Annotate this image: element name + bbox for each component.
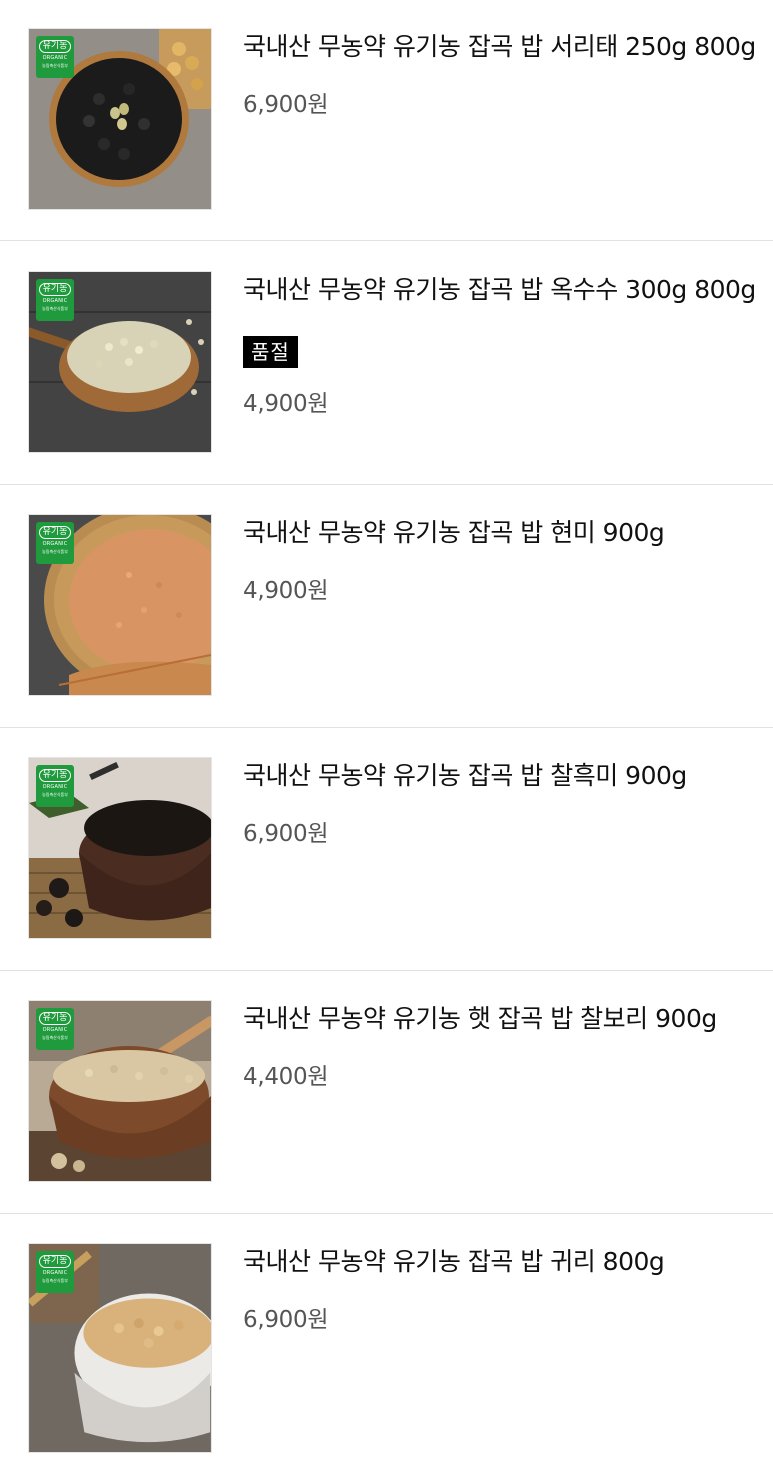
badge-sub: ORGANIC bbox=[42, 784, 68, 790]
product-price: 4,400원 bbox=[243, 1064, 329, 1090]
badge-sub: ORGANIC bbox=[42, 541, 68, 547]
soldout-badge: 품절 bbox=[243, 336, 298, 368]
product-item-black-soybean[interactable]: 유기농 ORGANIC 농림축산식품부 국내산 무농약 유기농 잡곡 밥 서리태… bbox=[0, 0, 773, 243]
item-divider bbox=[0, 727, 773, 728]
product-price: 4,900원 bbox=[243, 391, 329, 417]
product-price: 6,900원 bbox=[243, 821, 329, 847]
badge-cert: 농림축산식품부 bbox=[42, 1278, 68, 1283]
product-thumbnail[interactable]: 유기농 ORGANIC 농림축산식품부 bbox=[28, 757, 212, 939]
product-price: 6,900원 bbox=[243, 92, 329, 118]
product-title[interactable]: 국내산 무농약 유기농 잡곡 밥 찰흑미 900g bbox=[243, 759, 771, 793]
organic-certification-badge: 유기농 ORGANIC 농림축산식품부 bbox=[36, 36, 74, 78]
badge-cert: 농림축산식품부 bbox=[42, 792, 68, 797]
product-thumbnail[interactable]: 유기농 ORGANIC 농림축산식품부 bbox=[28, 514, 212, 696]
badge-label: 유기농 bbox=[39, 283, 71, 296]
organic-certification-badge: 유기농 ORGANIC 농림축산식품부 bbox=[36, 1251, 74, 1293]
product-title[interactable]: 국내산 무농약 유기농 잡곡 밥 옥수수 300g 800g bbox=[243, 273, 771, 307]
badge-sub: ORGANIC bbox=[42, 298, 68, 304]
badge-label: 유기농 bbox=[39, 769, 71, 782]
badge-sub: ORGANIC bbox=[42, 1270, 68, 1276]
product-title[interactable]: 국내산 무농약 유기농 잡곡 밥 귀리 800g bbox=[243, 1245, 771, 1279]
product-item-oat[interactable]: 유기농 ORGANIC 농림축산식품부 국내산 무농약 유기농 잡곡 밥 귀리 … bbox=[0, 1215, 773, 1458]
product-title[interactable]: 국내산 무농약 유기농 햇 잡곡 밥 찰보리 900g bbox=[243, 1002, 771, 1036]
product-item-brown-rice[interactable]: 유기농 ORGANIC 농림축산식품부 국내산 무농약 유기농 잡곡 밥 현미 … bbox=[0, 486, 773, 729]
organic-certification-badge: 유기농 ORGANIC 농림축산식품부 bbox=[36, 279, 74, 321]
item-divider bbox=[0, 484, 773, 485]
item-divider bbox=[0, 970, 773, 971]
product-title[interactable]: 국내산 무농약 유기농 잡곡 밥 서리태 250g 800g bbox=[243, 30, 771, 64]
product-price: 4,900원 bbox=[243, 578, 329, 604]
badge-cert: 농림축산식품부 bbox=[42, 63, 68, 68]
organic-certification-badge: 유기농 ORGANIC 농림축산식품부 bbox=[36, 522, 74, 564]
product-item-black-rice[interactable]: 유기농 ORGANIC 농림축산식품부 국내산 무농약 유기농 잡곡 밥 찰흑미… bbox=[0, 729, 773, 972]
badge-cert: 농림축산식품부 bbox=[42, 549, 68, 554]
product-item-corn[interactable]: 유기농 ORGANIC 농림축산식품부 국내산 무농약 유기농 잡곡 밥 옥수수… bbox=[0, 243, 773, 486]
badge-label: 유기농 bbox=[39, 526, 71, 539]
product-thumbnail[interactable]: 유기농 ORGANIC 농림축산식품부 bbox=[28, 271, 212, 453]
product-item-glutinous-barley[interactable]: 유기농 ORGANIC 농림축산식품부 국내산 무농약 유기농 햇 잡곡 밥 찰… bbox=[0, 972, 773, 1215]
badge-cert: 농림축산식품부 bbox=[42, 1035, 68, 1040]
product-thumbnail[interactable]: 유기농 ORGANIC 농림축산식품부 bbox=[28, 1000, 212, 1182]
badge-sub: ORGANIC bbox=[42, 1027, 68, 1033]
badge-label: 유기농 bbox=[39, 40, 71, 53]
product-title[interactable]: 국내산 무농약 유기농 잡곡 밥 현미 900g bbox=[243, 516, 771, 550]
product-thumbnail[interactable]: 유기농 ORGANIC 농림축산식품부 bbox=[28, 1243, 212, 1453]
organic-certification-badge: 유기농 ORGANIC 농림축산식품부 bbox=[36, 765, 74, 807]
organic-certification-badge: 유기농 ORGANIC 농림축산식품부 bbox=[36, 1008, 74, 1050]
badge-sub: ORGANIC bbox=[42, 55, 68, 61]
badge-cert: 농림축산식품부 bbox=[42, 306, 68, 311]
badge-label: 유기농 bbox=[39, 1255, 71, 1268]
product-list: 유기농 ORGANIC 농림축산식품부 국내산 무농약 유기농 잡곡 밥 서리태… bbox=[0, 0, 773, 1453]
badge-label: 유기농 bbox=[39, 1012, 71, 1025]
item-divider bbox=[0, 240, 773, 241]
product-price: 6,900원 bbox=[243, 1307, 329, 1333]
item-divider bbox=[0, 1213, 773, 1214]
product-thumbnail[interactable]: 유기농 ORGANIC 농림축산식품부 bbox=[28, 28, 212, 210]
